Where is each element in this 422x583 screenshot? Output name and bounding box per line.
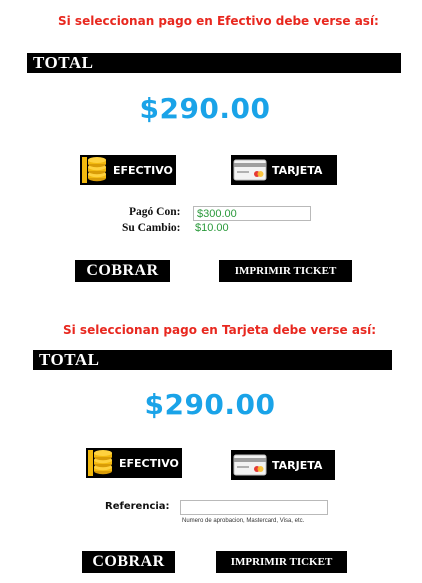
efectivo-button[interactable]: EFECTIVO bbox=[86, 448, 182, 478]
section-caption-efectivo: Si seleccionan pago en Efectivo debe ver… bbox=[58, 14, 379, 28]
referencia-input[interactable] bbox=[180, 500, 328, 515]
tarjeta-label: TARJETA bbox=[272, 458, 323, 472]
referencia-label: Referencia: bbox=[105, 501, 170, 512]
credit-card-icon bbox=[231, 156, 269, 184]
pago-con-label: Pagó Con: bbox=[129, 206, 181, 218]
total-label: TOTAL bbox=[39, 350, 100, 369]
total-amount: $290.00 bbox=[139, 92, 271, 125]
total-amount: $290.00 bbox=[144, 388, 276, 421]
total-bar: TOTAL bbox=[33, 350, 392, 370]
efectivo-label: EFECTIVO bbox=[113, 163, 173, 177]
coin-stack-icon bbox=[86, 449, 116, 477]
credit-card-icon bbox=[231, 451, 269, 479]
tarjeta-label: TARJETA bbox=[272, 163, 323, 177]
cobrar-button[interactable]: COBRAR bbox=[75, 260, 170, 282]
pago-con-input[interactable] bbox=[193, 206, 311, 221]
efectivo-label: EFECTIVO bbox=[119, 456, 179, 470]
imprimir-ticket-label: IMPRIMIR TICKET bbox=[230, 556, 333, 568]
total-bar: TOTAL bbox=[27, 53, 401, 73]
cobrar-label: COBRAR bbox=[86, 262, 159, 279]
coin-stack-icon bbox=[80, 156, 110, 184]
referencia-hint: Numero de aprobacion, Mastercard, Visa, … bbox=[182, 518, 305, 524]
section-caption-tarjeta: Si seleccionan pago en Tarjeta debe vers… bbox=[63, 323, 377, 337]
cobrar-button[interactable]: COBRAR bbox=[82, 551, 175, 573]
imprimir-ticket-button[interactable]: IMPRIMIR TICKET bbox=[216, 551, 347, 573]
total-label: TOTAL bbox=[33, 53, 94, 72]
imprimir-ticket-button[interactable]: IMPRIMIR TICKET bbox=[219, 260, 352, 282]
su-cambio-label: Su Cambio: bbox=[122, 222, 181, 234]
cobrar-label: COBRAR bbox=[92, 553, 165, 570]
efectivo-button[interactable]: EFECTIVO bbox=[80, 155, 176, 185]
imprimir-ticket-label: IMPRIMIR TICKET bbox=[234, 265, 337, 277]
su-cambio-value: $10.00 bbox=[195, 222, 229, 234]
tarjeta-button[interactable]: TARJETA bbox=[231, 155, 337, 185]
tarjeta-button[interactable]: TARJETA bbox=[231, 450, 335, 480]
